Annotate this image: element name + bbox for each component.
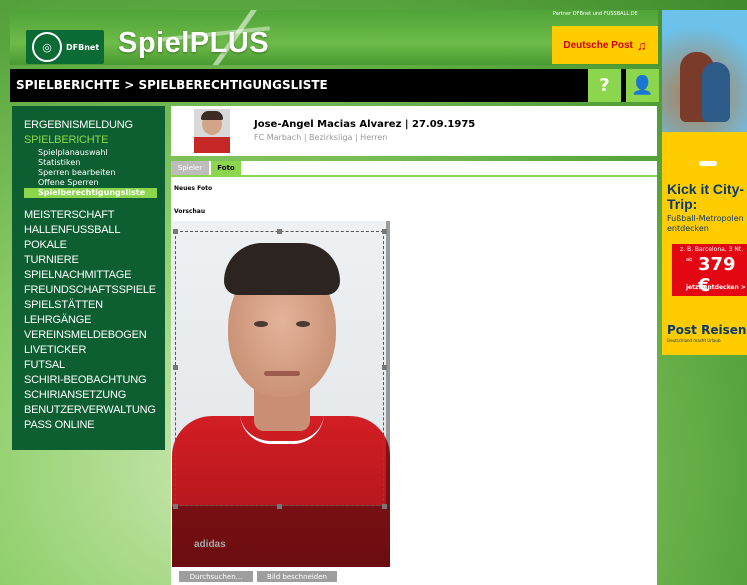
nav-hallenfussball[interactable]: HALLENFUSSBALL bbox=[12, 223, 165, 238]
post-horn-icon: ♫ bbox=[636, 37, 647, 53]
tab-underline bbox=[171, 175, 657, 177]
title-bar: SPIELBERICHTE > SPIELBERECHTIGUNGSLISTE … bbox=[10, 69, 659, 102]
logo-text: DFBnet bbox=[66, 42, 100, 52]
nav-liveticker[interactable]: LIVETICKER bbox=[12, 343, 165, 358]
ad-banner[interactable]: Kick it City-Trip: Fußball-Metropolen en… bbox=[662, 10, 747, 355]
subnav-spielberechtigungsliste[interactable]: Spielberechtigungsliste bbox=[24, 188, 157, 198]
crop-handle[interactable] bbox=[173, 229, 178, 234]
player-name: Jose-Angel Macias Alvarez | 27.09.1975 bbox=[254, 119, 476, 130]
crop-handle[interactable] bbox=[277, 504, 282, 509]
player-header: Jose-Angel Macias Alvarez | 27.09.1975 F… bbox=[171, 106, 657, 156]
sponsor-name: Deutsche Post bbox=[563, 39, 633, 51]
crop-image-button[interactable]: Bild beschneiden bbox=[257, 571, 337, 582]
subnav-offene-sperren[interactable]: Offene Sperren bbox=[12, 178, 165, 188]
ad-tagline: Deutschland macht Urlaub bbox=[667, 338, 721, 343]
user-icon: 👤 bbox=[631, 75, 654, 96]
crop-handle[interactable] bbox=[382, 504, 387, 509]
nav-turniere[interactable]: TURNIERE bbox=[12, 253, 165, 268]
ad-headline: Kick it City-Trip: bbox=[667, 181, 745, 212]
ad-subline: Fußball-Metropolen entdecken bbox=[667, 214, 744, 233]
browse-button[interactable]: Durchsuchen... bbox=[179, 571, 253, 582]
tab-spieler[interactable]: Spieler bbox=[171, 161, 209, 175]
nav-schiriansetzung[interactable]: SCHIRIANSETZUNG bbox=[12, 388, 165, 403]
crop-handle[interactable] bbox=[382, 365, 387, 370]
new-photo-label: Neues Foto bbox=[174, 185, 213, 192]
dfbnet-logo[interactable]: ◎ DFBnet bbox=[26, 30, 104, 64]
ad-offer-text: z. B. Barcelona, 3 Nt. bbox=[680, 246, 744, 253]
dfb-emblem-icon: ◎ bbox=[32, 32, 62, 62]
main-content: Spieler Foto Neues Foto Vorschau adidas … bbox=[171, 161, 657, 585]
nav-spielberichte[interactable]: SPIELBERICHTE bbox=[12, 133, 165, 148]
subnav-statistiken[interactable]: Statistiken bbox=[12, 158, 165, 168]
nav-pokale[interactable]: POKALE bbox=[12, 238, 165, 253]
photo-preview[interactable]: adidas bbox=[172, 221, 390, 567]
nav-schiri-beobachtung[interactable]: SCHIRI-BEOBACHTUNG bbox=[12, 373, 165, 388]
nav-vereinsmeldebogen[interactable]: VEREINSMELDEBOGEN bbox=[12, 328, 165, 343]
subnav-sperren-bearbeiten[interactable]: Sperren bearbeiten bbox=[12, 168, 165, 178]
breadcrumb: SPIELBERICHTE > SPIELBERECHTIGUNGSLISTE bbox=[16, 78, 328, 92]
ad-offer-box[interactable]: z. B. Barcelona, 3 Nt. ab 379 € jetzt en… bbox=[672, 244, 747, 296]
nav-ergebnismeldung[interactable]: ERGEBNISMELDUNG bbox=[12, 118, 165, 133]
crop-handle[interactable] bbox=[173, 504, 178, 509]
subnav-spielplanauswahl[interactable]: Spielplanauswahl bbox=[12, 148, 165, 158]
ad-photo bbox=[662, 10, 747, 132]
nav-pass-online[interactable]: PASS ONLINE bbox=[12, 418, 165, 433]
sponsor-logo[interactable]: Deutsche Post ♫ bbox=[552, 26, 658, 64]
crop-overlay bbox=[172, 506, 390, 567]
tab-foto[interactable]: Foto bbox=[211, 161, 241, 175]
ad-cta[interactable]: jetzt entdecken > bbox=[686, 284, 746, 291]
crop-handle[interactable] bbox=[382, 229, 387, 234]
crop-handle[interactable] bbox=[277, 229, 282, 234]
user-menu-button[interactable]: 👤 bbox=[626, 69, 659, 102]
player-avatar bbox=[194, 109, 230, 153]
nav-benutzerverwaltung[interactable]: BENUTZERVERWALTUNG bbox=[12, 403, 165, 418]
nav-spielstaetten[interactable]: SPIELSTÄTTEN bbox=[12, 298, 165, 313]
nav-meisterschaft[interactable]: MEISTERSCHAFT bbox=[12, 208, 165, 223]
help-button[interactable]: ? bbox=[588, 69, 621, 102]
crop-overlay bbox=[386, 221, 390, 506]
preview-label: Vorschau bbox=[174, 208, 206, 215]
sidebar: ERGEBNISMELDUNG SPIELBERICHTE Spielplana… bbox=[12, 106, 165, 450]
crop-selection[interactable] bbox=[175, 231, 384, 506]
partner-note: Partner DFBnet und FUSSBALL.DE bbox=[553, 11, 638, 17]
crop-handle[interactable] bbox=[173, 365, 178, 370]
nav-spielnachmittage[interactable]: SPIELNACHMITTAGE bbox=[12, 268, 165, 283]
ad-price-prefix: ab bbox=[686, 257, 693, 263]
nav-lehrgaenge[interactable]: LEHRGÄNGE bbox=[12, 313, 165, 328]
ad-brand: Post Reisen bbox=[667, 323, 747, 337]
ad-divider bbox=[699, 161, 717, 166]
player-club: FC Marbach | Bezirksliga | Herren bbox=[254, 133, 388, 142]
nav-futsal[interactable]: FUTSAL bbox=[12, 358, 165, 373]
brand-title: SpielPLUS bbox=[118, 27, 270, 59]
nav-freundschaftsspiele[interactable]: FREUNDSCHAFTSSPIELE bbox=[12, 283, 165, 298]
